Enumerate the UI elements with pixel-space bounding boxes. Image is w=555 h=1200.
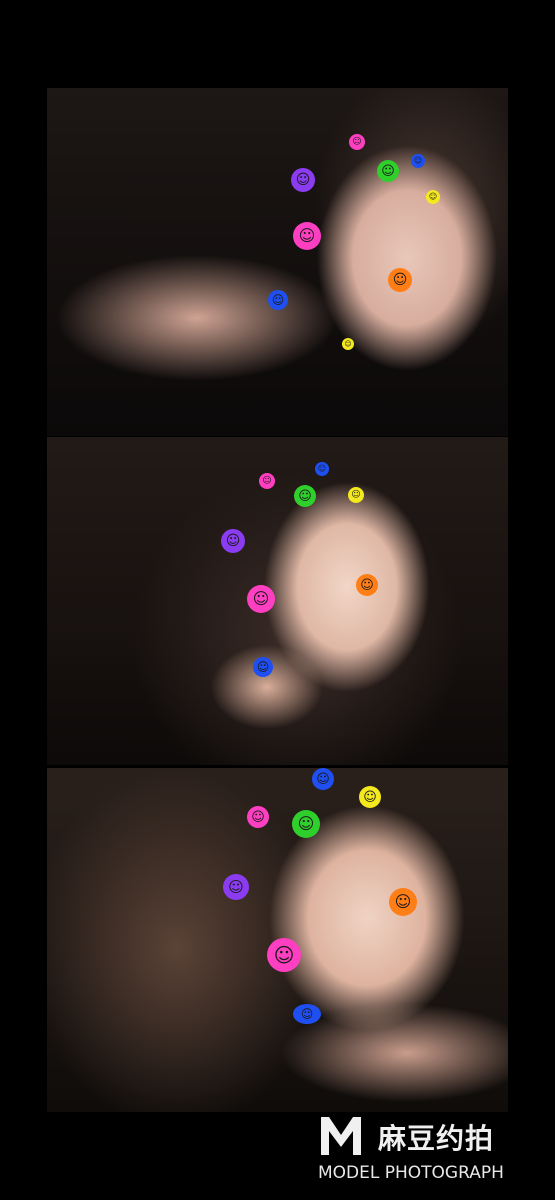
smiley-sticker-icon: ☺ (411, 154, 425, 168)
photo-frame-1: ☺ ☺ ☺ ☺ ☺ ☺ ☺ ☺ ☺ (47, 88, 508, 436)
watermark-english-text: MODEL PHOTOGRAPH (318, 1163, 504, 1183)
smiley-sticker-icon: ☺ (221, 529, 245, 553)
smiley-sticker-icon: ☺ (291, 168, 315, 192)
smiley-sticker-icon: ☺ (377, 160, 399, 182)
smiley-sticker-icon: ☺ (267, 938, 301, 972)
photo-frame-3: ☺ ☺ ☺ ☺ ☺ ☺ ☺ ☺ (47, 768, 508, 1112)
smiley-sticker-icon: ☺ (247, 585, 275, 613)
watermark-logo: 麻豆约拍 MODEL PHOTOGRAPH (318, 1113, 548, 1193)
smiley-sticker-icon: ☺ (356, 574, 378, 596)
smiley-sticker-icon: ☺ (348, 487, 364, 503)
smiley-sticker-icon: ☺ (247, 806, 269, 828)
smiley-sticker-icon: ☺ (292, 810, 320, 838)
photo-frame-2: ☺ ☺ ☺ ☺ ☺ ☺ ☺ ☺ (47, 437, 508, 765)
smiley-sticker-icon: ☺ (315, 462, 329, 476)
smiley-sticker-icon: ☺ (253, 657, 273, 677)
smiley-sticker-icon: ☺ (389, 888, 417, 916)
smiley-sticker-icon: ☺ (349, 134, 365, 150)
smiley-sticker-icon: ☺ (294, 485, 316, 507)
smiley-sticker-icon: ☺ (259, 473, 275, 489)
smiley-sticker-icon: ☺ (293, 1004, 321, 1024)
smiley-sticker-icon: ☺ (388, 268, 412, 292)
m-logo-icon (321, 1117, 361, 1155)
smiley-sticker-icon: ☺ (223, 874, 249, 900)
watermark-chinese-text: 麻豆约拍 (378, 1122, 495, 1155)
smiley-sticker-icon: ☺ (268, 290, 288, 310)
smiley-sticker-icon: ☺ (342, 338, 354, 350)
smiley-sticker-icon: ☺ (426, 190, 440, 204)
smiley-sticker-icon: ☺ (312, 768, 334, 790)
smiley-sticker-icon: ☺ (293, 222, 321, 250)
smiley-sticker-icon: ☺ (359, 786, 381, 808)
